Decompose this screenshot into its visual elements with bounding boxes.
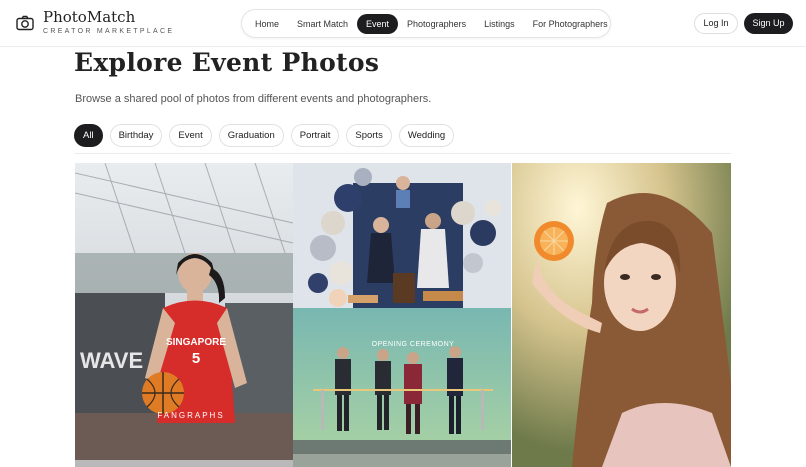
gallery-photo-partial-left[interactable]	[75, 460, 293, 467]
brand-tagline: CREATOR MARKETPLACE	[43, 28, 175, 35]
filter-chip-portrait[interactable]: Portrait	[290, 124, 340, 147]
filter-chip-graduation[interactable]: Graduation	[218, 124, 284, 147]
main-nav: Home Smart Match Event Photographers Lis…	[241, 9, 611, 38]
ceremony-banner-text: OPENING CEREMONY	[372, 341, 455, 348]
watermark-text: FANGRAPHS	[157, 411, 224, 420]
signup-button[interactable]: Sign Up	[744, 13, 793, 34]
filter-chip-sports[interactable]: Sports	[346, 124, 392, 147]
basketball-photo-image: WAVE SINGAPORE 5 FANGRAPHS	[75, 163, 293, 460]
brand-name: PhotoMatch	[43, 8, 136, 26]
gallery-photo-basketball[interactable]: WAVE SINGAPORE 5 FANGRAPHS	[75, 163, 293, 460]
ceremony-photo-image: OPENING CEREMONY	[293, 308, 511, 454]
nav-item-smart-match[interactable]: Smart Match	[288, 14, 357, 34]
portrait-photo-image	[512, 163, 731, 467]
gallery-photo-portrait[interactable]	[512, 163, 731, 467]
filter-chip-all[interactable]: All	[74, 124, 103, 147]
jersey-country-text: SINGAPORE	[166, 337, 226, 348]
birthday-photo-image	[293, 163, 511, 308]
filter-chip-event[interactable]: Event	[169, 124, 212, 147]
gallery-photo-birthday[interactable]	[293, 163, 511, 308]
nav-item-event[interactable]: Event	[357, 13, 399, 34]
section-divider	[74, 153, 731, 154]
camera-icon	[16, 15, 34, 30]
gallery-photo-ceremony[interactable]: OPENING CEREMONY	[293, 308, 511, 454]
nav-item-photographers[interactable]: Photographers	[398, 14, 475, 34]
site-header: PhotoMatch CREATOR MARKETPLACE Home Smar…	[0, 0, 806, 47]
page-subtitle: Browse a shared pool of photos from diff…	[75, 93, 432, 105]
banner-wave-text: WAVE	[80, 348, 143, 373]
nav-item-listings[interactable]: Listings	[475, 14, 524, 34]
gallery-photo-partial-middle[interactable]	[293, 454, 511, 467]
nav-item-home[interactable]: Home	[246, 14, 288, 34]
login-button[interactable]: Log In	[694, 13, 738, 34]
page-title: Explore Event Photos	[74, 48, 380, 77]
category-filters: All Birthday Event Graduation Portrait S…	[74, 124, 455, 147]
brand-logo[interactable]: PhotoMatch CREATOR MARKETPLACE	[16, 9, 174, 36]
nav-item-for-photographers[interactable]: For Photographers	[524, 14, 617, 34]
jersey-number-text: 5	[192, 350, 200, 367]
filter-chip-wedding[interactable]: Wedding	[398, 124, 455, 147]
filter-chip-birthday[interactable]: Birthday	[109, 124, 163, 147]
